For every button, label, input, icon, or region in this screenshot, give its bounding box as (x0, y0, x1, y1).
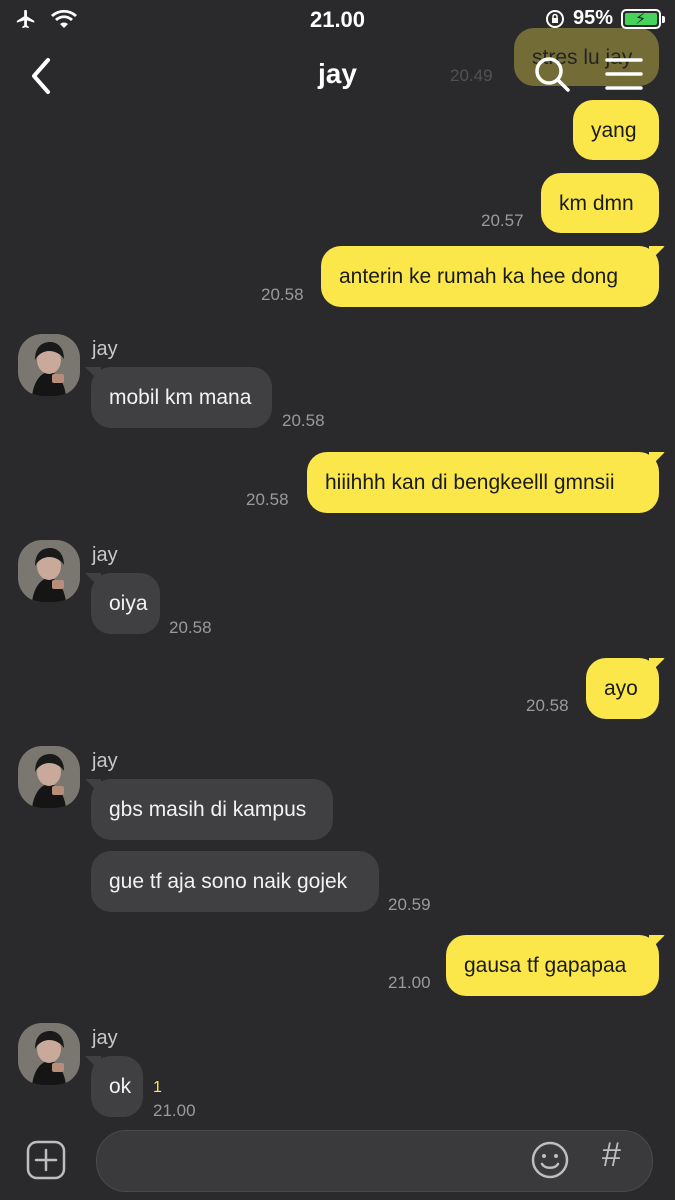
avatar[interactable] (18, 540, 80, 602)
message-bubble-outgoing[interactable]: hiiihhh kan di bengkeelll gmnsii (307, 452, 659, 513)
message-time: 20.57 (481, 211, 524, 230)
hash-icon[interactable]: # (602, 1136, 621, 1175)
add-attachment-icon[interactable] (26, 1140, 66, 1180)
sender-name: jay (92, 750, 118, 772)
battery-percent: 95% (572, 7, 613, 29)
message-bubble-outgoing[interactable]: km dmn (541, 173, 659, 233)
avatar[interactable] (18, 1023, 80, 1085)
profile-photo (18, 334, 80, 396)
message-bubble-incoming[interactable]: mobil km mana (91, 367, 272, 428)
message-time: 20.58 (246, 490, 289, 509)
unread-count: 1 (153, 1079, 162, 1096)
search-icon[interactable] (532, 54, 572, 94)
rotation-lock-icon (545, 9, 564, 28)
profile-photo (18, 746, 80, 808)
avatar[interactable] (18, 334, 80, 396)
sender-name: jay (92, 1027, 118, 1049)
message-bubble-incoming[interactable]: gue tf aja sono naik gojek (91, 851, 379, 912)
status-bar: 21.00 95% ⚡ (0, 0, 675, 38)
sender-name: jay (92, 338, 118, 360)
avatar[interactable] (18, 746, 80, 808)
message-time: 20.59 (388, 895, 431, 914)
message-bubble-outgoing[interactable]: ayo (586, 658, 659, 719)
emoji-icon[interactable] (530, 1140, 570, 1180)
message-time: 20.58 (261, 285, 304, 304)
message-time: 21.00 (153, 1101, 196, 1120)
message-bubble-outgoing[interactable]: gausa tf gapapaa (446, 935, 659, 996)
message-time: 20.58 (169, 618, 212, 637)
profile-photo (18, 1023, 80, 1085)
message-bubble-incoming[interactable]: gbs masih di kampus (91, 779, 333, 840)
sender-name: jay (92, 544, 118, 566)
profile-photo (18, 540, 80, 602)
menu-icon[interactable] (604, 56, 644, 92)
message-bubble-outgoing[interactable]: anterin ke rumah ka hee dong (321, 246, 659, 307)
message-bubble-incoming[interactable]: oiya (91, 573, 160, 634)
message-time: 20.58 (526, 696, 569, 715)
message-bubble-incoming[interactable]: ok (91, 1056, 143, 1117)
message-time: 21.00 (388, 973, 431, 992)
chat-header: jay (0, 38, 675, 114)
battery-icon: ⚡ (621, 8, 665, 29)
chat-area[interactable]: stres lu jay 20.49 yang 20.57 km dmn 20.… (0, 0, 675, 1120)
message-input-bar: # (0, 1120, 675, 1200)
chat-title: jay (318, 58, 357, 89)
message-time: 20.58 (282, 411, 325, 430)
